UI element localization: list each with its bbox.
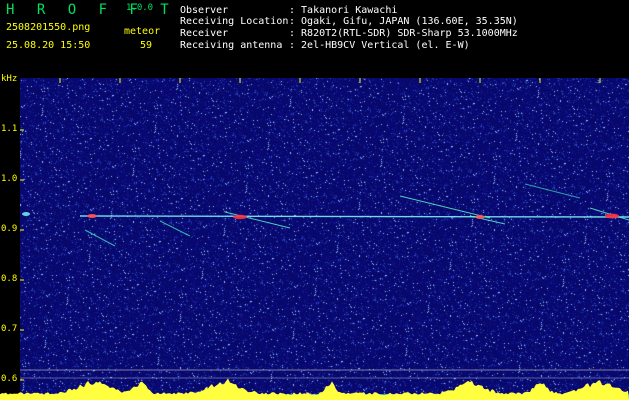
info-value-receiver: : R820T2(RTL-SDR) SDR-Sharp 53.1000MHz <box>289 28 518 39</box>
y-unit-label: kHz <box>1 74 18 84</box>
info-value-location: : Ogaki, Gifu, JAPAN (136.60E, 35.35N) <box>289 16 518 27</box>
observation-datetime: 25.08.20 15:50 <box>6 40 91 51</box>
meteor-trace <box>224 211 291 229</box>
meteor-head <box>233 214 247 220</box>
meteor-trace <box>399 195 491 219</box>
info-label-location: Receiving Location <box>180 16 289 27</box>
plot-overlay <box>20 78 629 381</box>
meteor-head <box>605 213 619 219</box>
activity-spikes <box>0 378 629 400</box>
info-value-observer: : Takanori Kawachi <box>289 5 398 16</box>
meteor-trace <box>84 229 116 247</box>
meteor-head <box>87 214 97 218</box>
meteor-trace <box>159 220 191 237</box>
y-tick-label: 0.9 <box>1 224 18 234</box>
app-version: 1.0.0 <box>126 3 154 13</box>
info-label-antenna: Receiving antenna <box>180 40 283 51</box>
y-tick-label: 1.1 <box>1 124 18 134</box>
meteor-head <box>22 212 30 216</box>
meteor-trace <box>524 183 581 199</box>
count-label: meteor <box>124 26 161 37</box>
carrier-trace <box>79 215 629 218</box>
info-label-receiver: Receiver <box>180 28 229 39</box>
meteor-count: 59 <box>140 40 153 51</box>
y-tick-label: 0.8 <box>1 274 18 284</box>
waterfall-plot <box>20 78 629 400</box>
y-tick-label: 0.7 <box>1 324 18 334</box>
activity-histogram <box>0 378 629 400</box>
info-value-antenna: : 2el-HB9CV Vertical (el. E-W) <box>289 40 470 51</box>
y-tick-label: 1.0 <box>1 174 18 184</box>
info-label-observer: Observer <box>180 5 229 16</box>
hroffft-window: H R O F F T 1.0.0 2508201550.png meteor … <box>0 0 629 400</box>
image-filename: 2508201550.png <box>6 22 91 33</box>
meteor-head <box>475 215 485 219</box>
